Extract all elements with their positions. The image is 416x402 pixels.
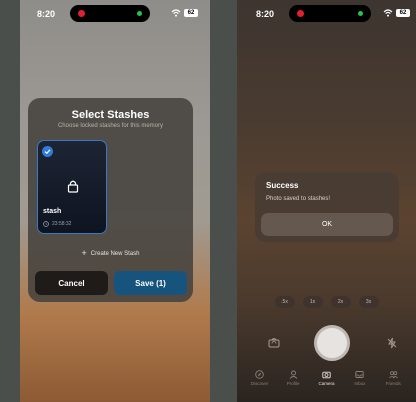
- clock-icon: [43, 221, 49, 227]
- inbox-icon: [355, 371, 365, 378]
- bottom-tab-bar: Discover Profile Camera Inbox Friends: [237, 370, 416, 386]
- save-button[interactable]: Save (1): [114, 271, 187, 295]
- shutter-button[interactable]: [314, 325, 350, 361]
- tab-label: Camera: [318, 381, 335, 386]
- status-bar: 8:20 62: [237, 0, 416, 28]
- tab-friends[interactable]: Friends: [377, 370, 409, 386]
- success-alert: Success Photo saved to stashes! OK: [255, 172, 399, 242]
- battery-icon: 62: [184, 9, 198, 17]
- status-icons: 62: [171, 8, 198, 18]
- tab-inbox[interactable]: Inbox: [344, 370, 376, 386]
- dynamic-island: [289, 5, 371, 22]
- stash-name: stash: [43, 208, 62, 215]
- status-time: 8:20: [256, 9, 275, 19]
- create-new-stash-button[interactable]: + Create New Stash: [28, 249, 193, 258]
- tab-camera[interactable]: Camera: [310, 370, 342, 386]
- wifi-icon: [171, 9, 181, 17]
- create-new-stash-label: Create New Stash: [90, 250, 140, 257]
- dynamic-island: [70, 5, 150, 22]
- flip-camera-icon[interactable]: [268, 337, 280, 349]
- modal-title: Select Stashes: [71, 109, 150, 121]
- tab-label: Friends: [385, 381, 401, 386]
- modal-subtitle: Choose locked stashes for this memory: [57, 123, 164, 129]
- friends-icon: [388, 371, 398, 379]
- camera-active-icon: [358, 11, 363, 16]
- stash-card[interactable]: stash 23:58:32: [37, 140, 107, 234]
- plus-icon: +: [81, 248, 87, 258]
- flash-off-icon[interactable]: [386, 337, 398, 349]
- recording-indicator-icon: [297, 10, 304, 17]
- zoom-option-2x[interactable]: 2x: [330, 296, 351, 308]
- zoom-option-3x[interactable]: 3x: [358, 296, 379, 308]
- tab-discover[interactable]: Discover: [244, 370, 276, 386]
- ok-button[interactable]: OK: [261, 213, 393, 236]
- camera-active-icon: [137, 11, 142, 16]
- tab-label: Discover: [250, 381, 269, 386]
- tab-label: Profile: [286, 381, 300, 386]
- stash-timer: 23:58:32: [43, 221, 71, 227]
- camera-icon: [322, 371, 331, 379]
- checkmark-icon: [42, 146, 53, 157]
- zoom-option-1x[interactable]: 1x: [302, 296, 323, 308]
- person-icon: [289, 370, 297, 379]
- status-bar: 8:20 62: [20, 0, 210, 28]
- cancel-button[interactable]: Cancel: [35, 271, 108, 295]
- alert-message: Photo saved to stashes!: [266, 196, 331, 202]
- right-phone-screen: 8:20 62 Success Photo saved to stashes! …: [237, 0, 416, 402]
- tab-profile[interactable]: Profile: [277, 370, 309, 386]
- alert-title: Success: [266, 181, 299, 190]
- left-phone-screen: 8:20 62 Select Stashes Choose locked sta…: [20, 0, 210, 402]
- tab-label: Inbox: [354, 381, 366, 386]
- zoom-option-0.5x[interactable]: .5x: [274, 296, 295, 308]
- stash-time: 23:58:32: [52, 221, 72, 227]
- select-stashes-modal: Select Stashes Choose locked stashes for…: [28, 98, 193, 302]
- battery-icon: 62: [396, 9, 410, 17]
- zoom-selector: .5x 1x 2x 3x: [237, 296, 416, 308]
- recording-indicator-icon: [78, 10, 85, 17]
- compass-icon: [255, 370, 264, 379]
- status-time: 8:20: [37, 9, 56, 19]
- wifi-icon: [383, 9, 393, 17]
- status-icons: 62: [383, 8, 410, 18]
- lock-icon: [67, 180, 79, 193]
